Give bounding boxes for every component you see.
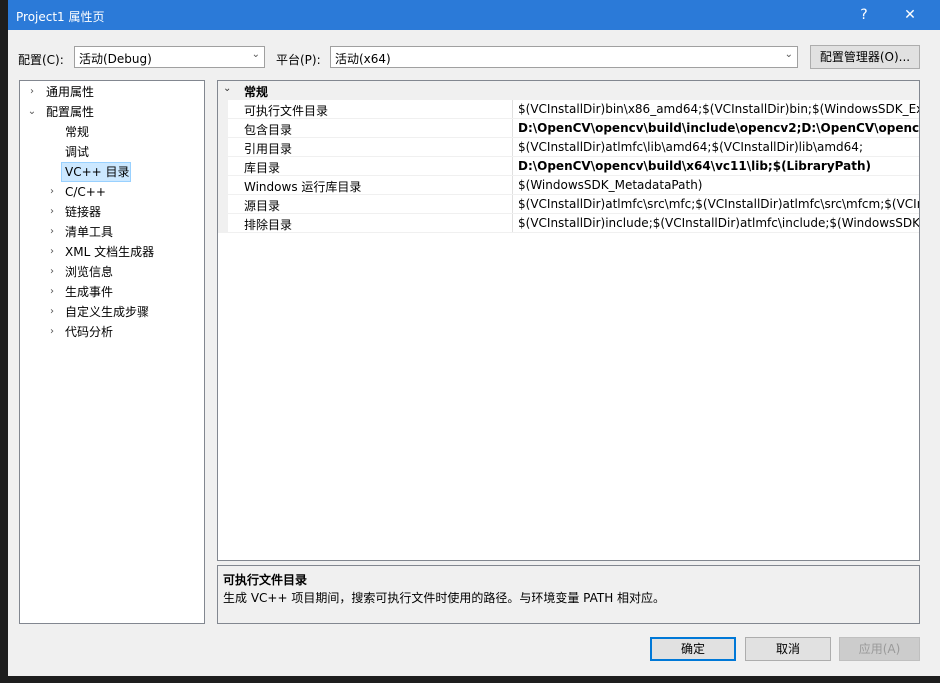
- tree-item-code-analysis[interactable]: › 代码分析: [20, 322, 204, 342]
- apply-button[interactable]: 应用(A): [839, 637, 920, 661]
- ok-button[interactable]: 确定: [650, 637, 736, 661]
- description-panel: 可执行文件目录 生成 VC++ 项目期间，搜索可执行文件时使用的路径。与环境变量…: [217, 565, 920, 624]
- chevron-right-icon[interactable]: ›: [46, 222, 58, 242]
- column-divider: [512, 138, 513, 157]
- row-gutter: [218, 157, 228, 176]
- property-value[interactable]: $(VCInstallDir)include;$(VCInstallDir)at…: [518, 216, 919, 230]
- chevron-down-icon[interactable]: ⌄: [26, 102, 38, 122]
- tree-item-label: XML 文档生成器: [65, 245, 155, 259]
- property-pages-dialog: Project1 属性页 ? ✕ 配置(C): 活动(Debug) ⌄ 平台(P…: [8, 0, 940, 676]
- property-name: 排除目录: [244, 218, 293, 232]
- property-value[interactable]: $(VCInstallDir)atlmfc\lib\amd64;$(VCInst…: [518, 140, 863, 154]
- tree-item-config-properties[interactable]: ⌄ 配置属性: [20, 102, 204, 122]
- chevron-down-icon: ⌄: [251, 49, 260, 60]
- chevron-right-icon[interactable]: ›: [46, 202, 58, 222]
- property-row[interactable]: Windows 运行库目录 $(WindowsSDK_MetadataPath): [218, 176, 919, 195]
- chevron-right-icon[interactable]: ›: [46, 282, 58, 302]
- tree-item-label: 代码分析: [65, 325, 114, 339]
- property-row[interactable]: 包含目录 D:\OpenCV\opencv\build\include\open…: [218, 119, 919, 138]
- property-name: 可执行文件目录: [244, 104, 329, 118]
- row-gutter: [218, 119, 228, 138]
- column-divider: [512, 100, 513, 119]
- property-value[interactable]: $(WindowsSDK_MetadataPath): [518, 178, 702, 192]
- property-row[interactable]: 引用目录 $(VCInstallDir)atlmfc\lib\amd64;$(V…: [218, 138, 919, 157]
- row-gutter: [218, 100, 228, 119]
- property-name: 库目录: [244, 161, 281, 175]
- property-name: 包含目录: [244, 123, 293, 137]
- row-gutter: [218, 138, 228, 157]
- tree-item-build-events[interactable]: › 生成事件: [20, 282, 204, 302]
- config-select[interactable]: 活动(Debug) ⌄: [74, 46, 265, 68]
- tree-item-general[interactable]: 常规: [20, 122, 204, 142]
- config-select-value: 活动(Debug): [79, 52, 152, 66]
- tree-item-label: 配置属性: [46, 105, 95, 119]
- tree-item-label: 链接器: [65, 205, 102, 219]
- platform-select[interactable]: 活动(x64) ⌄: [330, 46, 798, 68]
- property-value[interactable]: $(VCInstallDir)atlmfc\src\mfc;$(VCInstal…: [518, 197, 919, 211]
- category-label: 常规: [244, 85, 269, 99]
- category-general[interactable]: ⌄ 常规: [218, 81, 919, 100]
- platform-select-value: 活动(x64): [335, 52, 391, 66]
- property-value[interactable]: D:\OpenCV\opencv\build\include\opencv2;D…: [518, 121, 919, 135]
- chevron-right-icon[interactable]: ›: [26, 82, 38, 102]
- tree-item-cpp[interactable]: › C/C++: [20, 182, 204, 202]
- title-bar[interactable]: Project1 属性页 ? ✕: [8, 0, 940, 30]
- help-button[interactable]: ?: [844, 0, 884, 30]
- tree-item-custom-build-step[interactable]: › 自定义生成步骤: [20, 302, 204, 322]
- row-gutter: [218, 195, 228, 214]
- tree-item-label: 常规: [65, 125, 90, 139]
- config-manager-button[interactable]: 配置管理器(O)...: [810, 45, 920, 69]
- column-divider: [512, 214, 513, 233]
- tree-item-linker[interactable]: › 链接器: [20, 202, 204, 222]
- property-name: Windows 运行库目录: [244, 180, 362, 194]
- config-label: 配置(C):: [18, 53, 64, 67]
- tree-item-label: 生成事件: [65, 285, 114, 299]
- tree-item-label: 通用属性: [46, 85, 95, 99]
- tree-item-vc-directories[interactable]: VC++ 目录: [61, 162, 131, 182]
- property-name: 源目录: [244, 199, 281, 213]
- column-divider: [512, 176, 513, 195]
- chevron-right-icon[interactable]: ›: [46, 182, 58, 202]
- property-row[interactable]: 源目录 $(VCInstallDir)atlmfc\src\mfc;$(VCIn…: [218, 195, 919, 214]
- property-value[interactable]: D:\OpenCV\opencv\build\x64\vc11\lib;$(Li…: [518, 159, 871, 173]
- column-divider: [512, 195, 513, 214]
- row-divider: [228, 232, 919, 233]
- chevron-right-icon[interactable]: ›: [46, 302, 58, 322]
- description-text: 生成 VC++ 项目期间，搜索可执行文件时使用的路径。与环境变量 PATH 相对…: [223, 591, 666, 605]
- tree-item-common-properties[interactable]: › 通用属性: [20, 82, 204, 102]
- column-divider: [512, 119, 513, 138]
- tree-item-label: 自定义生成步骤: [65, 305, 150, 319]
- tree-item-label: 浏览信息: [65, 265, 114, 279]
- tree-item-label: 调试: [65, 145, 90, 159]
- property-row[interactable]: 排除目录 $(VCInstallDir)include;$(VCInstallD…: [218, 214, 919, 233]
- property-value[interactable]: $(VCInstallDir)bin\x86_amd64;$(VCInstall…: [518, 102, 919, 116]
- tree-item-label: C/C++: [65, 185, 106, 199]
- chevron-down-icon[interactable]: ⌄: [223, 83, 231, 94]
- platform-label: 平台(P):: [276, 53, 321, 67]
- chevron-right-icon[interactable]: ›: [46, 262, 58, 282]
- tree-item-label: VC++ 目录: [65, 165, 130, 179]
- property-row[interactable]: 库目录 D:\OpenCV\opencv\build\x64\vc11\lib;…: [218, 157, 919, 176]
- cancel-button[interactable]: 取消: [745, 637, 831, 661]
- settings-tree: › 通用属性 ⌄ 配置属性 常规 调试 VC++ 目录 › C/C++ › 链接…: [19, 80, 205, 624]
- row-gutter: [218, 176, 228, 195]
- tree-item-debugging[interactable]: 调试: [20, 142, 204, 162]
- background-editor-strip: [0, 0, 8, 683]
- property-grid: ⌄ 常规 可执行文件目录 $(VCInstallDir)bin\x86_amd6…: [217, 80, 920, 561]
- column-divider: [512, 157, 513, 176]
- background-output-strip: [0, 676, 940, 683]
- chevron-right-icon[interactable]: ›: [46, 242, 58, 262]
- property-row[interactable]: 可执行文件目录 $(VCInstallDir)bin\x86_amd64;$(V…: [218, 100, 919, 119]
- chevron-right-icon[interactable]: ›: [46, 322, 58, 342]
- tree-item-xml-doc-generator[interactable]: › XML 文档生成器: [20, 242, 204, 262]
- tree-item-browse-info[interactable]: › 浏览信息: [20, 262, 204, 282]
- chevron-down-icon: ⌄: [784, 49, 793, 60]
- close-button[interactable]: ✕: [890, 0, 930, 30]
- description-title: 可执行文件目录: [223, 573, 308, 587]
- tree-item-label: 清单工具: [65, 225, 114, 239]
- row-gutter: [218, 214, 228, 233]
- property-name: 引用目录: [244, 142, 293, 156]
- tree-item-manifest-tool[interactable]: › 清单工具: [20, 222, 204, 242]
- window-title: Project1 属性页: [16, 10, 105, 24]
